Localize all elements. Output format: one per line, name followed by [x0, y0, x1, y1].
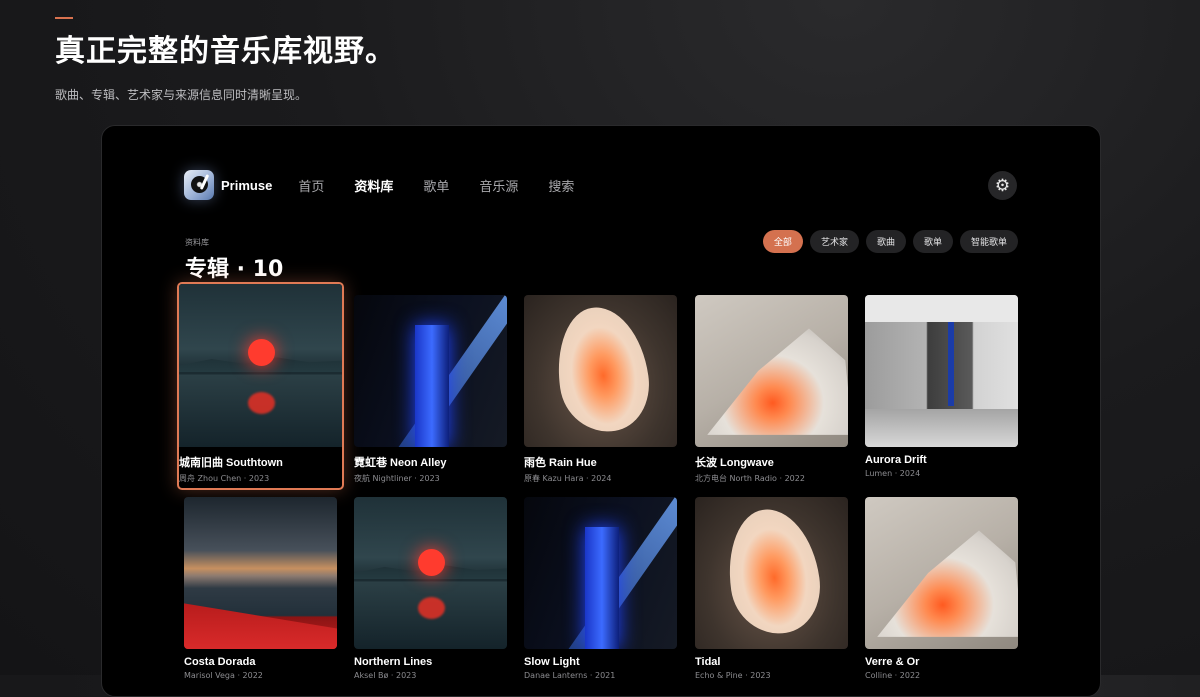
filter-chips: 全部 艺术家 歌曲 歌单 智能歌单: [762, 230, 1018, 253]
album-title: Aurora Drift: [865, 454, 927, 466]
album-cover: [695, 497, 848, 649]
page-subline: 歌曲、专辑、艺术家与来源信息同时清晰呈现。: [55, 88, 308, 102]
album-cover: [865, 295, 1018, 447]
album-cover: [354, 497, 507, 649]
album-card[interactable]: 霓虹巷 Neon Alley 夜航 Nightliner · 2023: [354, 295, 507, 484]
album-card[interactable]: Slow Light Danae Lanterns · 2021: [524, 497, 677, 680]
album-title: Northern Lines: [354, 656, 433, 668]
accent-line: [55, 17, 73, 19]
album-meta: 夜航 Nightliner · 2023: [354, 474, 440, 483]
album-meta: Danae Lanterns · 2021: [524, 671, 616, 680]
settings-button[interactable]: ⚙: [988, 171, 1017, 200]
filter-songs[interactable]: 歌曲: [865, 230, 906, 253]
album-meta: Lumen · 2024: [865, 469, 921, 478]
filter-all[interactable]: 全部: [762, 230, 803, 253]
album-card[interactable]: Aurora Drift Lumen · 2024: [865, 295, 1018, 478]
album-card[interactable]: Northern Lines Aksel Bø · 2023: [354, 497, 507, 680]
album-cover: [354, 295, 507, 447]
tab-sources[interactable]: 音乐源: [479, 176, 518, 195]
tab-home[interactable]: 首页: [298, 176, 324, 195]
album-card[interactable]: Verre & Or Colline · 2022: [865, 497, 1018, 680]
album-title: 霓虹巷 Neon Alley: [354, 457, 447, 469]
filter-playlists[interactable]: 歌单: [912, 230, 953, 253]
tab-library[interactable]: 资料库: [354, 176, 393, 195]
album-meta: Aksel Bø · 2023: [354, 671, 417, 680]
album-meta: 北方电台 North Radio · 2022: [695, 474, 805, 483]
page-headline: 真正完整的音乐库视野。: [55, 34, 396, 69]
album-title: Costa Dorada: [184, 656, 256, 668]
album-title: 城南旧曲 Southtown: [179, 457, 283, 469]
record-player-icon[interactable]: [184, 170, 214, 200]
section-label: 资料库: [185, 238, 209, 247]
album-card[interactable]: 城南旧曲 Southtown 周舟 Zhou Chen · 2023: [177, 282, 344, 490]
album-meta: 原春 Kazu Hara · 2024: [524, 474, 612, 483]
album-title: 雨色 Rain Hue: [524, 457, 597, 469]
album-meta: Colline · 2022: [865, 671, 921, 680]
album-meta: 周舟 Zhou Chen · 2023: [179, 474, 270, 483]
brand-name[interactable]: Primuse: [221, 178, 272, 193]
album-card[interactable]: 雨色 Rain Hue 原春 Kazu Hara · 2024: [524, 295, 677, 484]
tab-search[interactable]: 搜索: [548, 176, 574, 195]
album-title: 长波 Longwave: [695, 457, 774, 469]
filter-smart-playlists[interactable]: 智能歌单: [959, 230, 1018, 253]
album-cover: [695, 295, 848, 447]
nav-tabs: 首页 资料库 歌单 音乐源 搜索: [298, 176, 604, 195]
album-cover: [184, 497, 337, 649]
album-cover: [865, 497, 1018, 649]
album-card[interactable]: Costa Dorada Marisol Vega · 2022: [184, 497, 337, 680]
tab-playlists[interactable]: 歌单: [423, 176, 449, 195]
album-meta: Echo & Pine · 2023: [695, 671, 771, 680]
album-title: Verre & Or: [865, 656, 920, 668]
album-cover: [179, 284, 342, 447]
top-nav: Primuse 首页 资料库 歌单 音乐源 搜索: [184, 170, 604, 200]
section-title: 专辑 · 10: [185, 257, 284, 282]
album-cover: [524, 497, 677, 649]
album-card[interactable]: 长波 Longwave 北方电台 North Radio · 2022: [695, 295, 848, 484]
filter-artists[interactable]: 艺术家: [809, 230, 859, 253]
album-title: Slow Light: [524, 656, 580, 668]
album-cover: [524, 295, 677, 447]
gear-icon: ⚙: [994, 175, 1011, 195]
album-card[interactable]: Tidal Echo & Pine · 2023: [695, 497, 848, 680]
app-window: Primuse 首页 资料库 歌单 音乐源 搜索 ⚙ 资料库 专辑 · 10 全…: [101, 125, 1101, 697]
album-meta: Marisol Vega · 2022: [184, 671, 263, 680]
album-title: Tidal: [695, 656, 721, 668]
